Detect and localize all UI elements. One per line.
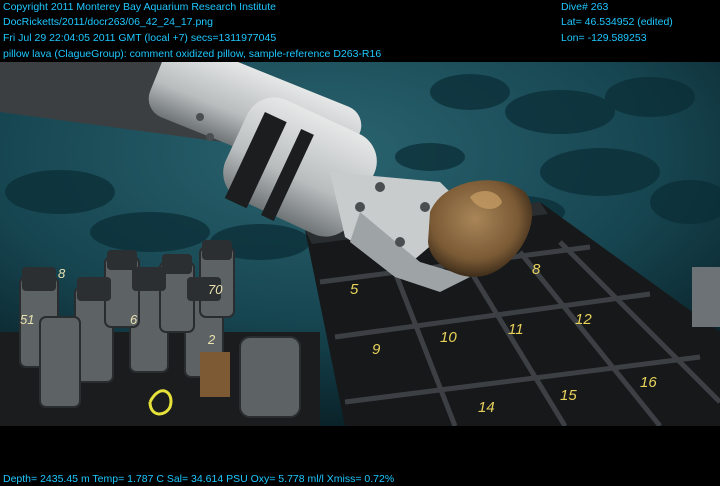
timestamp-text: Fri Jul 29 22:04:05 2011 GMT (local +7) … [3, 32, 277, 44]
copyright-text: Copyright 2011 Monterey Bay Aquarium Res… [3, 1, 276, 13]
dive-number: Dive# 263 [561, 1, 609, 13]
tube-label: 2 [207, 332, 216, 347]
crate-number: 15 [560, 387, 577, 404]
latitude-readout: Lat= 46.534952 (edited) [561, 16, 673, 28]
tube-label: 8 [58, 266, 66, 281]
telemetry-readout: Depth= 2435.45 m Temp= 1.787 C Sal= 34.6… [3, 473, 395, 485]
tube-label: 6 [130, 312, 138, 327]
crate-number: 16 [640, 374, 657, 391]
crate-number: 9 [372, 341, 381, 358]
crate-number: 11 [508, 321, 524, 338]
longitude-readout: Lon= -129.589253 [561, 32, 647, 44]
annotation-text: pillow lava (ClagueGroup): comment oxidi… [3, 48, 382, 60]
tube-label: 70 [208, 282, 223, 297]
crate-number: 12 [575, 311, 592, 328]
video-frame: 5 8 9 10 11 12 14 15 16 8 51 70 2 6 Copy… [0, 0, 720, 486]
rov-edge-equipment [692, 267, 720, 327]
crate-number: 5 [350, 281, 359, 298]
crate-number: 8 [532, 261, 541, 278]
crate-number: 14 [478, 399, 495, 416]
file-path-text: DocRicketts/2011/docr263/06_42_24_17.png [3, 16, 213, 28]
crate-number: 10 [440, 329, 457, 346]
rov-camera-image: 5 8 9 10 11 12 14 15 16 8 51 70 2 6 [0, 62, 720, 426]
tube-label: 51 [20, 312, 34, 327]
